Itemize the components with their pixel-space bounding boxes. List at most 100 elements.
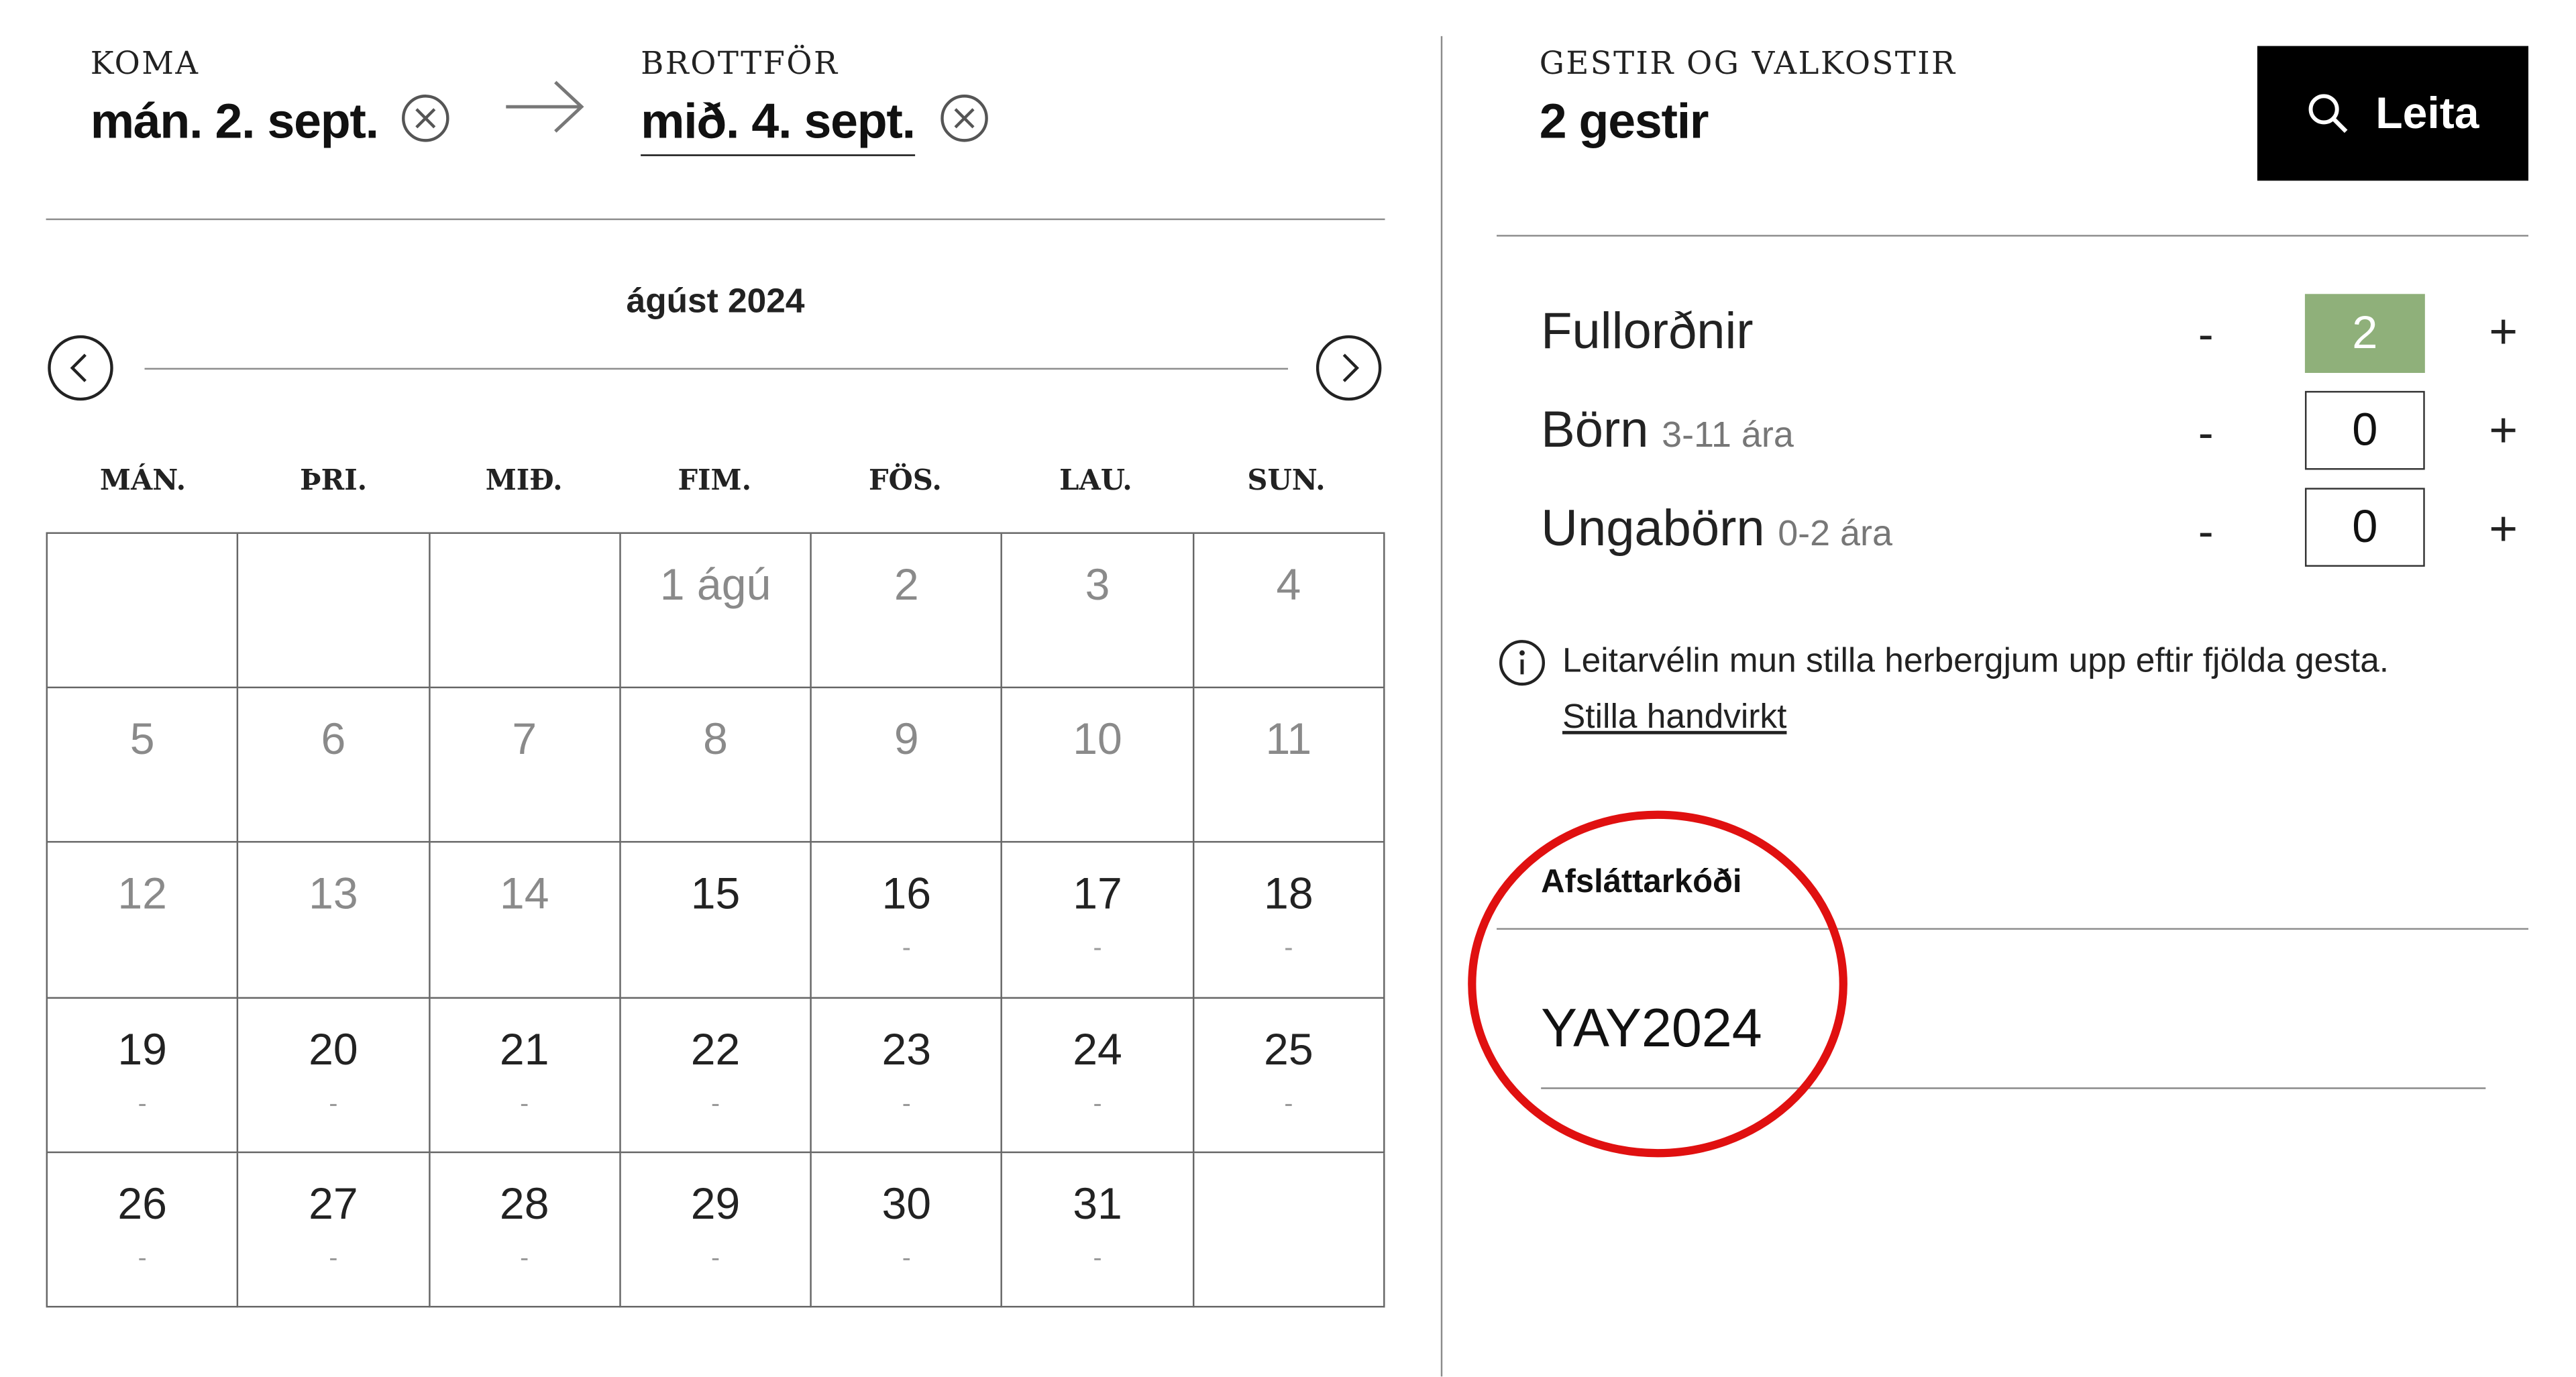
calendar-day-cell[interactable]: 26 - <box>48 1152 239 1308</box>
calendar-day-price: - <box>138 1244 147 1273</box>
children-increment-button[interactable]: + <box>2489 404 2518 459</box>
calendar-day-cell: 8 <box>621 688 812 844</box>
children-label: Börn 3-11 ára <box>1541 400 1794 459</box>
adults-label: Fullorðnir <box>1541 302 1754 360</box>
calendar-day-cell[interactable]: 22 - <box>621 997 812 1153</box>
calendar-day-cell[interactable]: 16 - <box>812 843 1003 998</box>
calendar-day-price: - <box>1284 1090 1293 1118</box>
month-title: ágúst 2024 <box>626 282 805 321</box>
calendar-day-number: 5 <box>129 714 155 765</box>
calendar-day-cell[interactable]: 30 - <box>812 1152 1003 1308</box>
calendar-day-number: 18 <box>1264 869 1313 919</box>
prev-month-icon[interactable] <box>48 335 113 401</box>
calendar-day-cell[interactable]: 18 - <box>1193 843 1385 998</box>
calendar-day-number: 25 <box>1264 1024 1313 1074</box>
calendar-day-price: - <box>1093 935 1102 964</box>
calendar-day-price: - <box>329 1090 338 1118</box>
calendar-day-price: - <box>520 1244 529 1273</box>
calendar-day-number: 19 <box>117 1024 167 1074</box>
infants-label: Ungabörn 0-2 ára <box>1541 499 1892 557</box>
calendar-day-cell[interactable]: 28 - <box>429 1152 621 1308</box>
promo-divider <box>1497 928 2529 930</box>
calendar-day-number: 3 <box>1085 560 1110 610</box>
calendar-day-cell[interactable]: 19 - <box>48 997 239 1153</box>
search-button[interactable]: Leita <box>2257 46 2529 181</box>
calendar-day-price: - <box>710 1090 720 1118</box>
calendar-day-price: - <box>1284 935 1293 964</box>
calendar-day-number: 4 <box>1276 560 1301 610</box>
calendar-day-price: - <box>902 1244 911 1273</box>
calendar-day-cell[interactable]: 21 - <box>429 997 621 1153</box>
calendar-day-cell[interactable]: 27 - <box>238 1152 430 1308</box>
calendar-day-number: 13 <box>309 869 358 919</box>
promo-code-input[interactable] <box>1541 992 2486 1064</box>
search-icon <box>2308 94 2348 133</box>
weekday-header: FIM. <box>678 465 752 498</box>
calendar-day-number: 30 <box>881 1178 932 1229</box>
calendar-day-number: 21 <box>499 1024 549 1074</box>
calendar-day-number: 6 <box>321 714 346 765</box>
clear-departure-icon[interactable] <box>940 94 989 143</box>
calendar-day-number: 27 <box>309 1178 358 1229</box>
calendar-day-cell: 11 <box>1193 688 1385 844</box>
adults-decrement-button[interactable]: - <box>2198 309 2214 361</box>
arrow-right-icon <box>506 80 584 133</box>
infants-count[interactable]: 0 <box>2304 488 2425 567</box>
arrival-date[interactable]: mán. 2. sept. <box>91 95 379 151</box>
calendar-day-cell: 9 <box>812 688 1003 844</box>
calendar-day-price: - <box>1093 1244 1102 1273</box>
calendar-day-cell[interactable]: 15 <box>621 843 812 998</box>
weekday-header: FÖS. <box>868 465 942 498</box>
weekday-header: ÞRI. <box>300 465 368 498</box>
guests-divider <box>1497 235 2529 237</box>
calendar-day-number: 15 <box>690 869 741 919</box>
calendar-day-number: 2 <box>894 560 919 610</box>
calendar-day-price: - <box>902 1090 911 1118</box>
calendar-day-number: 10 <box>1073 714 1122 765</box>
clear-arrival-icon[interactable] <box>401 94 450 143</box>
calendar-day-number: 26 <box>117 1178 167 1229</box>
calendar-day-cell[interactable]: 25 - <box>1193 997 1385 1153</box>
infants-age-range: 0-2 ára <box>1778 512 1892 554</box>
weekday-header: LAU. <box>1059 465 1132 498</box>
calendar-day-cell: 5 <box>48 688 239 844</box>
calendar-day-number: 8 <box>703 714 728 765</box>
calendar-day-cell[interactable]: 23 - <box>812 997 1003 1153</box>
booking-widget: KOMA mán. 2. sept. BROTTFÖR mið. 4. sept… <box>0 0 2576 1377</box>
infants-increment-button[interactable]: + <box>2489 502 2518 558</box>
guests-label: GESTIR OG VALKOSTIR <box>1539 46 1957 82</box>
calendar-day-cell: 3 <box>1002 533 1194 689</box>
children-count[interactable]: 0 <box>2304 390 2425 470</box>
calendar-day-number: 7 <box>512 714 537 765</box>
calendar-day-number: 1 ágú <box>659 560 771 610</box>
calendar-day-cell[interactable]: 24 - <box>1002 997 1194 1153</box>
calendar-day-cell[interactable]: 17 - <box>1002 843 1194 998</box>
weekday-header: MIÐ. <box>485 465 563 498</box>
calendar-day-cell: 12 <box>48 843 239 998</box>
info-icon <box>1499 640 1546 686</box>
calendar-day-cell: 13 <box>238 843 430 998</box>
date-divider <box>46 218 1385 221</box>
departure-date[interactable]: mið. 4. sept. <box>641 95 916 156</box>
adults-increment-button[interactable]: + <box>2489 306 2518 362</box>
calendar-day-number: 31 <box>1073 1178 1122 1229</box>
children-decrement-button[interactable]: - <box>2198 407 2214 459</box>
calendar-day-cell: 2 <box>812 533 1003 689</box>
calendar-day-number: 17 <box>1073 869 1122 919</box>
weekday-header: MÁN. <box>99 465 186 498</box>
calendar-day-cell[interactable]: 29 - <box>621 1152 812 1308</box>
calendar-day-cell[interactable]: 20 - <box>238 997 430 1153</box>
calendar-day-number: 14 <box>499 869 549 919</box>
calendar-grid: 1 ágú 2 3 4 5 6 7 8 9 10 11 12 13 14 15 16-17-18-19-20-… <box>46 532 1385 1308</box>
infants-decrement-button[interactable]: - <box>2198 506 2214 558</box>
calendar-day-cell: 14 <box>429 843 621 998</box>
adults-count[interactable]: 2 <box>2304 294 2425 373</box>
calendar-day-number: 28 <box>499 1178 549 1229</box>
panel-divider <box>1440 36 1443 1377</box>
next-month-icon[interactable] <box>1316 335 1382 401</box>
guests-summary[interactable]: 2 gestir <box>1540 95 1709 151</box>
promo-input-underline <box>1541 1087 2486 1089</box>
calendar-day-cell: 7 <box>429 688 621 844</box>
manual-setup-link[interactable]: Stilla handvirkt <box>1562 698 1786 738</box>
calendar-day-cell[interactable]: 31 - <box>1002 1152 1194 1308</box>
